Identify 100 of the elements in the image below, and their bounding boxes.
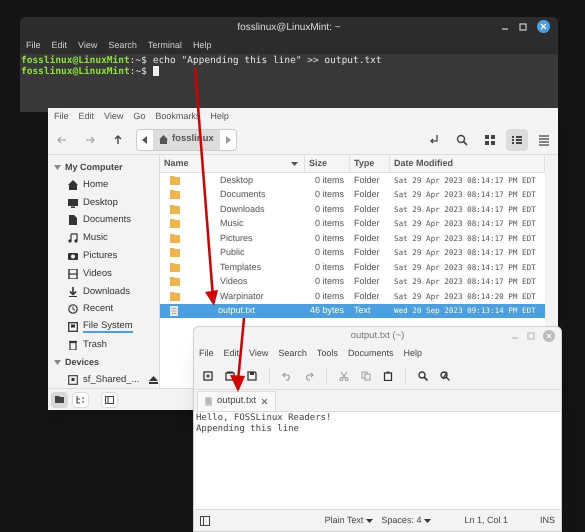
file-name: Templates [220, 260, 262, 274]
file-name: Desktop [220, 174, 254, 187]
copy-icon[interactable] [361, 370, 371, 380]
caret-icon [366, 518, 374, 522]
new-document-icon[interactable] [203, 370, 213, 380]
close-icon[interactable] [537, 20, 550, 33]
size-cell-text: 0 items [314, 246, 345, 259]
sort-caret-icon[interactable] [291, 162, 298, 166]
menu-item[interactable]: Edit [78, 110, 94, 124]
sidebar-item[interactable]: sf_Shared_... [48, 370, 159, 389]
film-icon [68, 268, 78, 279]
sidebar-item[interactable]: Recent [48, 300, 159, 318]
type-cell-text: Folder [353, 202, 381, 216]
menu-item[interactable]: Edit [224, 347, 240, 361]
file-name: Downloads [220, 202, 265, 216]
trash-icon [68, 340, 78, 350]
menu-item[interactable]: View [249, 347, 268, 361]
menu-item[interactable]: Documents [348, 347, 394, 361]
menu-item[interactable]: Help [192, 38, 212, 52]
insert-mode: INS [540, 514, 555, 527]
menu-item[interactable]: Help [210, 110, 229, 124]
menu-item[interactable]: View [78, 38, 98, 52]
camera-icon [68, 251, 78, 262]
menu-item[interactable]: Terminal [148, 38, 182, 52]
text-line: Hello, FOSSLinux Readers! [196, 413, 332, 424]
list-view-button[interactable] [506, 128, 528, 150]
up-arrow-icon[interactable] [112, 134, 124, 146]
drive-icon [68, 322, 78, 332]
list-view-icon [511, 134, 523, 146]
cursor-position: Ln 1, Col 1 [464, 514, 508, 527]
prompt-path: :~$ [130, 66, 147, 77]
sidebar-item[interactable]: Pictures [48, 247, 159, 265]
sidebar-item[interactable]: Downloads [48, 282, 159, 301]
menu-item[interactable]: File [26, 38, 41, 52]
size-cell-text: 0 items [314, 232, 345, 244]
save-icon[interactable] [247, 370, 257, 380]
file-name: Videos [220, 275, 248, 288]
file-name: output.txt [218, 304, 256, 317]
redo-icon[interactable] [304, 370, 314, 380]
document-tab[interactable]: output.txt [197, 391, 276, 411]
syntax-dropdown[interactable]: Plain Text [324, 514, 374, 528]
left-caret-icon[interactable] [142, 136, 148, 144]
text-file-icon [170, 306, 178, 316]
find-replace-icon[interactable] [440, 370, 450, 380]
text-line: Appending this line [196, 424, 300, 435]
search-icon[interactable] [418, 370, 428, 380]
file-name: Warpinator [220, 290, 264, 303]
sidebar-item[interactable]: Home [48, 176, 159, 194]
search-icon[interactable] [456, 134, 468, 146]
clock-icon [68, 304, 78, 314]
section-heading[interactable]: My Computer [65, 160, 123, 174]
menu-item[interactable]: File [54, 110, 69, 124]
undo-icon[interactable] [282, 370, 292, 380]
type-cell-text: Folder [353, 246, 381, 259]
menu-item[interactable]: Help [403, 347, 422, 361]
menu-item[interactable]: File [199, 347, 214, 361]
text-area[interactable]: Hello, FOSSLinux Readers! Appending this line [194, 412, 561, 509]
column-header[interactable]: Name [160, 155, 305, 172]
eject-icon[interactable] [148, 376, 158, 384]
type-cell-text: Folder [353, 290, 381, 302]
compact-view-icon[interactable] [538, 134, 550, 146]
places-button[interactable] [51, 392, 68, 408]
type-cell-text: Folder [353, 275, 381, 288]
file-name: Pictures [220, 232, 253, 244]
column-header[interactable]: Size [305, 155, 350, 172]
menu-item[interactable]: Search [108, 38, 137, 52]
document-icon [68, 215, 78, 226]
open-document-icon[interactable] [225, 370, 235, 380]
section-heading[interactable]: Devices [65, 356, 100, 370]
menu-item[interactable]: Go [133, 110, 146, 124]
paste-icon[interactable] [383, 370, 393, 380]
expander-icon[interactable] [54, 360, 61, 365]
sidebar-item[interactable]: File System [48, 318, 159, 336]
expander-icon[interactable] [54, 165, 61, 170]
home-icon [68, 180, 78, 190]
sidebar-item[interactable]: Music [48, 229, 159, 248]
size-cell-text: 0 items [314, 188, 345, 201]
sidebar-icon[interactable] [200, 516, 210, 526]
sidebar-item[interactable]: Desktop [48, 194, 159, 212]
sidebar-item[interactable]: Trash [48, 336, 159, 354]
indent-dropdown[interactable]: Spaces: 4 [381, 514, 432, 528]
size-cell-text: 0 items [314, 275, 345, 288]
grid-view-icon[interactable] [484, 134, 496, 146]
right-caret-icon[interactable] [224, 136, 231, 144]
column-header[interactable]: Type [350, 155, 390, 172]
menu-item[interactable]: Tools [316, 347, 338, 361]
tree-button[interactable] [72, 392, 89, 408]
cut-icon[interactable] [339, 370, 349, 380]
type-cell-text: Folder [353, 260, 381, 274]
menu-item[interactable]: Edit [52, 38, 68, 52]
menu-item[interactable]: Search [278, 347, 307, 361]
sidebar-item[interactable]: Videos [48, 264, 159, 283]
menu-item[interactable]: View [104, 110, 124, 124]
sidebar-toggle-button[interactable] [101, 392, 118, 408]
tab-label: output.txt [217, 394, 256, 408]
sidebar-item[interactable]: Documents [48, 212, 159, 230]
tree-icon [76, 396, 85, 404]
type-cell-text: Text [353, 304, 372, 317]
file-name: Music [220, 217, 244, 230]
maximize-icon[interactable] [519, 22, 527, 30]
